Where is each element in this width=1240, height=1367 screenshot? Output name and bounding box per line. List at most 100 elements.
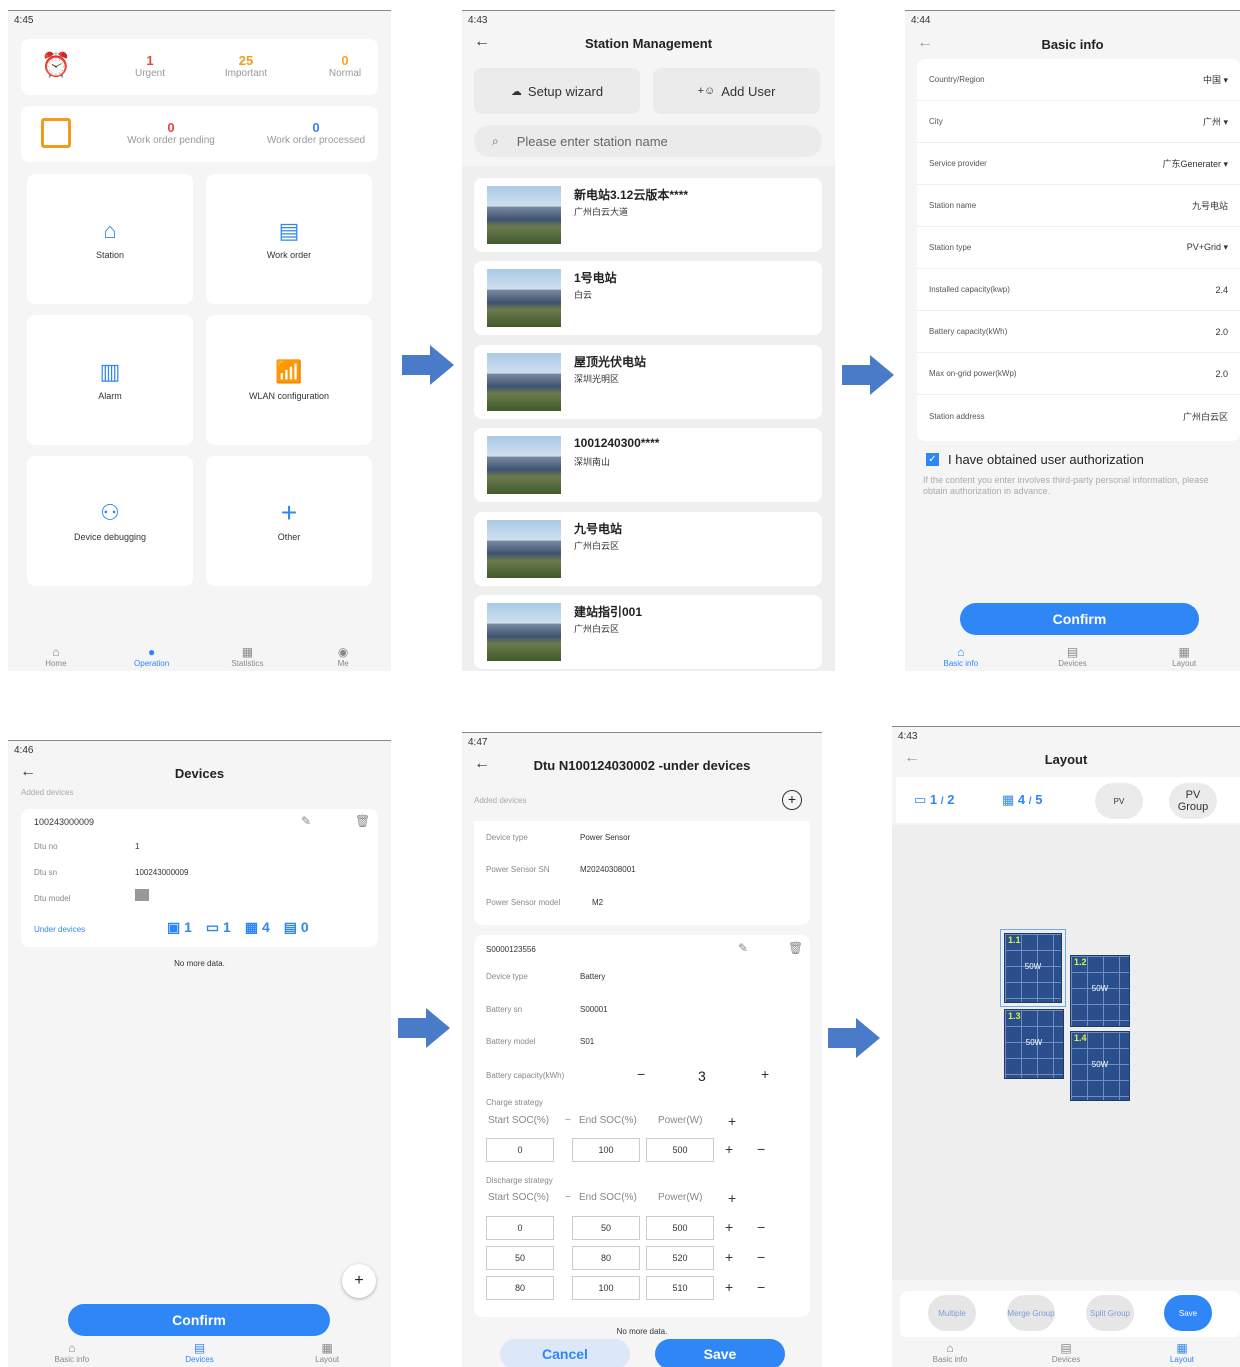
- save-button[interactable]: Save: [655, 1339, 785, 1367]
- discharge-header: Start SOC(%) ~ End SOC(%) Power(W) +: [488, 1190, 818, 1206]
- discharge-end-input[interactable]: 80: [572, 1246, 640, 1270]
- station-card[interactable]: 1001240300**** 深圳南山: [474, 428, 822, 502]
- field-label: Max on-grid power(kWp): [929, 369, 1017, 378]
- station-photo: [487, 520, 561, 578]
- tab-devices[interactable]: ▤ Devices: [1042, 645, 1102, 668]
- field-station-type[interactable]: Station type PV+Grid ▾: [917, 227, 1240, 269]
- discharge-start-input[interactable]: 80: [486, 1276, 554, 1300]
- field-max-ongrid-power[interactable]: Max on-grid power(kWp) 2.0: [917, 353, 1240, 395]
- minus-icon[interactable]: −: [757, 1141, 765, 1157]
- dtu-card[interactable]: 100243000009 ✎ 🗑 Dtu no 1 Dtu sn 100243000…: [21, 809, 378, 947]
- charge-start-input[interactable]: 0: [486, 1138, 554, 1162]
- plus-icon[interactable]: +: [725, 1279, 733, 1295]
- auth-checkbox[interactable]: ✓: [926, 453, 939, 466]
- row-device-type: Device type Battery: [474, 972, 810, 981]
- plus-icon[interactable]: +: [725, 1141, 733, 1157]
- plus-icon[interactable]: +: [725, 1219, 733, 1235]
- plus-icon[interactable]: +: [761, 1066, 769, 1082]
- plus-icon[interactable]: +: [728, 1190, 736, 1206]
- merge-group-button[interactable]: Merge Group: [1007, 1295, 1055, 1331]
- station-card[interactable]: 九号电站 广州白云区: [474, 512, 822, 586]
- field-battery-capacity[interactable]: Battery capacity(kWh) 2.0: [917, 311, 1240, 353]
- pv-panel[interactable]: 1.4 50W: [1070, 1031, 1130, 1101]
- delete-icon[interactable]: 🗑: [788, 941, 803, 955]
- discharge-start-input[interactable]: 0: [486, 1216, 554, 1240]
- tab-me[interactable]: ◉ Me: [313, 645, 373, 668]
- station-search-input[interactable]: ⌕ Please enter station name: [474, 125, 822, 157]
- tab-basic-info[interactable]: ⌂ Basic info: [42, 1341, 102, 1364]
- discharge-power-input[interactable]: 520: [646, 1246, 714, 1270]
- tab-basic-info[interactable]: ⌂ Basic info: [920, 1341, 980, 1364]
- discharge-end-input[interactable]: 100: [572, 1276, 640, 1300]
- station-card[interactable]: 建站指引001 广州白云区: [474, 595, 822, 669]
- edit-icon[interactable]: ✎: [301, 814, 311, 828]
- tile-work-order[interactable]: ▤ Work order: [206, 174, 372, 304]
- field-country[interactable]: Country/Region 中国 ▾: [917, 59, 1240, 101]
- tile-other[interactable]: + Other: [206, 456, 372, 586]
- confirm-button[interactable]: Confirm: [68, 1304, 330, 1336]
- device-counts[interactable]: ▣ 1 ▭ 1 ▦ 4 ▤ 0: [167, 919, 309, 936]
- minus-icon[interactable]: −: [757, 1219, 765, 1235]
- edit-icon[interactable]: ✎: [738, 941, 748, 955]
- flow-arrow-icon: [828, 1018, 880, 1058]
- save-button[interactable]: Save: [1164, 1295, 1212, 1331]
- tile-station[interactable]: ⌂ Station: [27, 174, 193, 304]
- field-label: Power Sensor SN: [486, 865, 550, 874]
- discharge-power-input[interactable]: 500: [646, 1216, 714, 1240]
- tab-statistics[interactable]: ▦ Statistics: [217, 645, 277, 668]
- plus-icon[interactable]: +: [725, 1249, 733, 1265]
- minus-icon[interactable]: −: [757, 1249, 765, 1265]
- tab-devices[interactable]: ▤ Devices: [1036, 1341, 1096, 1364]
- normal-label: Normal: [328, 68, 362, 79]
- minus-icon[interactable]: −: [757, 1279, 765, 1295]
- tab-label: Operation: [134, 658, 170, 668]
- field-service-provider[interactable]: Service provider 广东Generater ▾: [917, 143, 1240, 185]
- under-devices-link[interactable]: Under devices: [34, 925, 85, 934]
- cancel-button[interactable]: Cancel: [500, 1339, 630, 1367]
- station-card[interactable]: 屋顶光伏电站 深圳光明区: [474, 345, 822, 419]
- discharge-end-input[interactable]: 50: [572, 1216, 640, 1240]
- discharge-start-input[interactable]: 50: [486, 1246, 554, 1270]
- layout-canvas[interactable]: [892, 825, 1240, 1280]
- tab-home[interactable]: ⌂ Home: [26, 645, 86, 668]
- charge-end-input[interactable]: 100: [572, 1138, 640, 1162]
- tab-devices[interactable]: ▤ Devices: [169, 1341, 229, 1364]
- field-installed-capacity[interactable]: Installed capacity(kwp) 2.4: [917, 269, 1240, 311]
- add-device-button[interactable]: +: [342, 1264, 376, 1298]
- minus-icon[interactable]: −: [637, 1066, 645, 1082]
- work-order-card[interactable]: 0 Work order pending 0 Work order proces…: [21, 106, 378, 162]
- tile-wlan[interactable]: 📶 WLAN configuration: [206, 315, 372, 445]
- field-station-name[interactable]: Station name 九号电站: [917, 185, 1240, 227]
- pv-panel[interactable]: 1.3 50W: [1004, 1009, 1064, 1079]
- add-circle-icon[interactable]: +: [782, 790, 802, 810]
- plus-icon[interactable]: +: [728, 1113, 736, 1129]
- pv-button[interactable]: PV: [1095, 783, 1143, 819]
- field-station-address[interactable]: Station address 广州白云区: [917, 395, 1240, 437]
- tab-operation[interactable]: ● Operation: [122, 645, 182, 668]
- panel-id: 1.3: [1008, 1011, 1021, 1021]
- tab-basic-info[interactable]: ⌂ Basic info: [931, 645, 991, 668]
- station-card[interactable]: 新电站3.12云版本**** 广州白云大道: [474, 178, 822, 252]
- discharge-power-input[interactable]: 510: [646, 1276, 714, 1300]
- row-battery-model: Battery model S01: [474, 1037, 810, 1046]
- tab-layout[interactable]: ▦ Layout: [1152, 1341, 1212, 1364]
- pv-panel[interactable]: 1.2 50W: [1070, 955, 1130, 1027]
- delete-icon[interactable]: 🗑: [355, 814, 370, 828]
- pv-panel[interactable]: 1.1 50W: [1004, 933, 1062, 1003]
- charge-power-input[interactable]: 500: [646, 1138, 714, 1162]
- count-value: 1: [184, 919, 192, 935]
- multiple-button[interactable]: Multiple: [928, 1295, 976, 1331]
- add-user-button[interactable]: +☺ Add User: [653, 68, 820, 114]
- field-city[interactable]: City 广州 ▾: [917, 101, 1240, 143]
- tab-layout[interactable]: ▦ Layout: [297, 1341, 357, 1364]
- split-group-button[interactable]: Split Group: [1086, 1295, 1134, 1331]
- panel-power: 50W: [1091, 1060, 1109, 1069]
- setup-wizard-button[interactable]: ☁ Setup wizard: [474, 68, 640, 114]
- station-card[interactable]: 1号电站 白云: [474, 261, 822, 335]
- alarm-summary-card[interactable]: ⏰ 1 Urgent 25 Important 0 Normal: [21, 39, 378, 95]
- pv-group-button[interactable]: PV Group: [1169, 783, 1217, 819]
- tab-layout[interactable]: ▦ Layout: [1154, 645, 1214, 668]
- tile-alarm[interactable]: ▥ Alarm: [27, 315, 193, 445]
- confirm-button[interactable]: Confirm: [960, 603, 1199, 635]
- tile-device-debugging[interactable]: ⚇ Device debugging: [27, 456, 193, 586]
